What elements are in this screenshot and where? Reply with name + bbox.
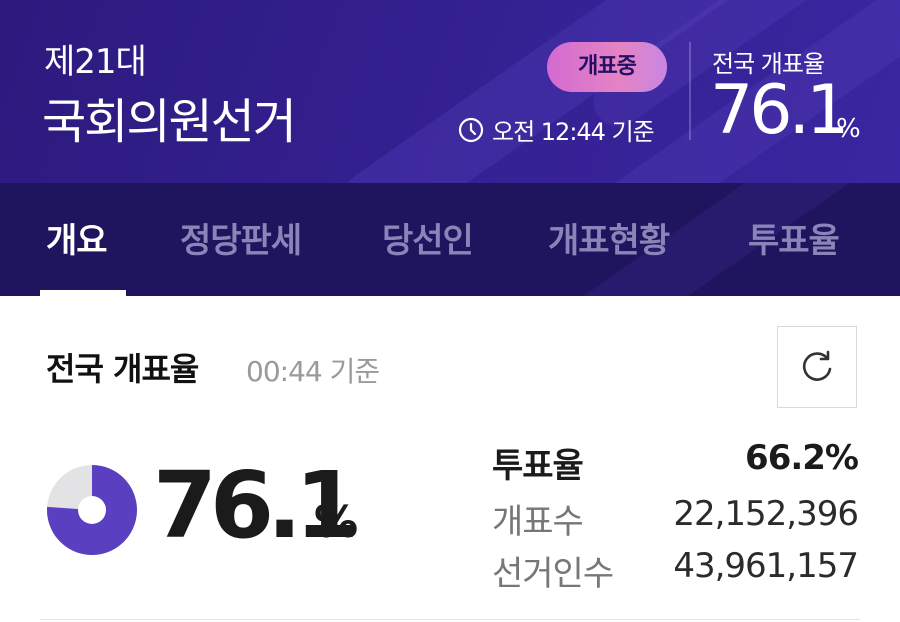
election-header: 제21대 국회의원선거 개표중 오전 12:44 기준 전국 개표율 76.1 …	[0, 0, 900, 183]
header-divider	[689, 42, 691, 140]
tab-overview[interactable]: 개요	[46, 213, 108, 262]
stat-value-counted: 22,152,396	[673, 494, 859, 534]
stat-value-turnout: 66.2%	[745, 438, 859, 478]
live-counting-badge: 개표중	[547, 42, 667, 92]
update-time-text: 오전 12:44 기준	[492, 118, 655, 146]
election-title: 국회의원선거	[42, 94, 297, 150]
section-divider	[40, 619, 860, 620]
stat-value-electorate: 43,961,157	[673, 546, 859, 586]
count-progress-donut	[47, 465, 137, 555]
count-rate-unit: %	[314, 497, 359, 548]
tab-winners[interactable]: 당선인	[382, 213, 474, 262]
stat-label-counted: 개표수	[492, 502, 584, 542]
tab-party-status[interactable]: 정당판세	[180, 213, 302, 262]
tab-turnout[interactable]: 투표율	[748, 213, 840, 262]
tab-bar: 개요 정당판세 당선인 개표현황 투표율	[0, 183, 900, 296]
refresh-icon	[802, 350, 832, 381]
clock-icon	[458, 117, 484, 142]
update-time: 오전 12:44 기준	[458, 112, 655, 147]
stat-label-turnout: 투표율	[492, 446, 584, 486]
header-rate-value: 76.1	[710, 71, 849, 150]
stat-label-electorate: 선거인수	[492, 554, 614, 594]
election-subtitle: 제21대	[44, 42, 147, 82]
donut-hole	[78, 496, 106, 524]
section-time: 00:44 기준	[246, 355, 380, 388]
section-title: 전국 개표율	[46, 350, 199, 388]
refresh-button[interactable]	[777, 326, 857, 408]
active-tab-indicator	[40, 290, 126, 296]
header-rate-unit: %	[836, 114, 861, 144]
tab-count-status[interactable]: 개표현황	[548, 213, 670, 262]
